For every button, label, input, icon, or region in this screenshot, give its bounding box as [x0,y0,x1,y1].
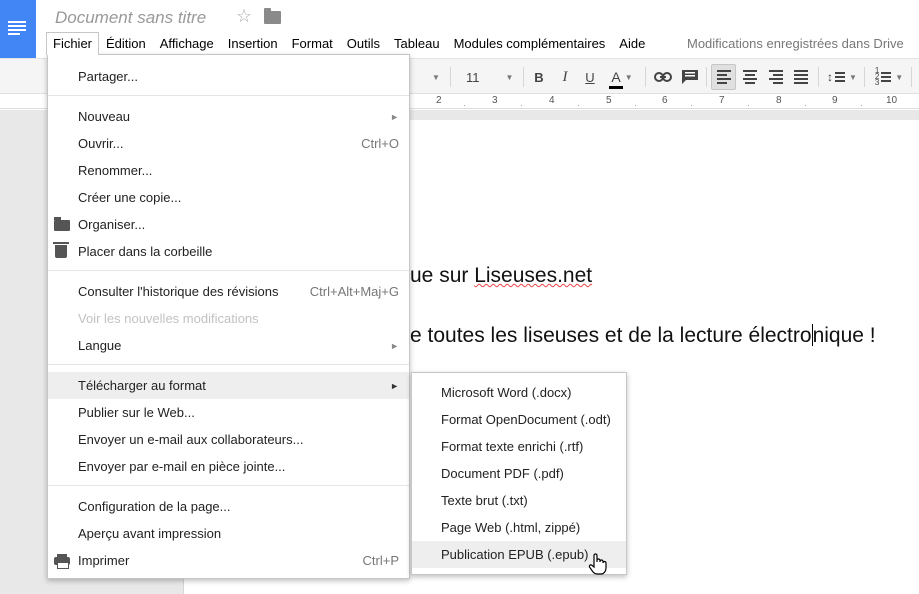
menu-modules[interactable]: Modules complémentaires [447,32,613,55]
align-right-button[interactable] [764,59,788,95]
underline-button[interactable]: U [580,59,600,95]
ruler-number: 5 [606,95,612,106]
document-line-1: ue sur Liseuses.net [410,264,593,287]
download-submenu: Microsoft Word (.docx) Format OpenDocume… [411,372,627,575]
menu-trash[interactable]: Placer dans la corbeille [48,238,409,265]
menu-rename[interactable]: Renommer... [48,157,409,184]
document-link[interactable]: Liseuses.net [474,264,592,287]
align-center-button[interactable] [739,59,761,95]
menu-insertion[interactable]: Insertion [221,32,285,55]
star-icon[interactable]: ☆ [236,6,252,27]
submenu-arrow-icon: ► [390,340,399,351]
ruler-number: 6 [662,95,668,106]
menu-organize[interactable]: Organiser... [48,211,409,238]
font-size-value: 11 [466,69,480,85]
download-odt[interactable]: Format OpenDocument (.odt) [412,406,626,433]
text-color-letter: A [611,69,621,85]
bold-button[interactable]: B [529,59,549,95]
menu-revision-history[interactable]: Consulter l'historique des révisions Ctrl… [48,278,409,305]
menu-tableau[interactable]: Tableau [387,32,447,55]
menu-email-attachment[interactable]: Envoyer par e-mail en pièce jointe... [48,453,409,480]
ruler-number: 9 [832,95,838,106]
text-color-button[interactable]: A ▼ [604,59,640,95]
file-menu: Partager... Nouveau ► Ouvrir... Ctrl+O Ren… [47,54,410,579]
menu-fichier[interactable]: Fichier [46,31,100,55]
download-pdf[interactable]: Document PDF (.pdf) [412,460,626,487]
trash-icon [53,242,69,258]
justify-button[interactable] [790,59,812,95]
ruler-number: 10 [886,95,898,106]
folder-icon [54,217,70,231]
hand-pointer-icon [588,553,608,578]
menu-open[interactable]: Ouvrir... Ctrl+O [48,130,409,157]
shortcut-label: Ctrl+Alt+Maj+G [309,284,399,299]
printer-icon [54,554,70,569]
font-dropdown-arrow-icon[interactable]: ▼ [426,59,442,95]
submenu-arrow-icon: ► [390,380,399,391]
docs-logo-icon[interactable] [0,0,36,58]
download-rtf[interactable]: Format texte enrichi (.rtf) [412,433,626,460]
ruler-number: 7 [719,95,725,106]
ruler-number: 3 [492,95,498,106]
menu-email-collaborators[interactable]: Envoyer un e-mail aux collaborateurs... [48,426,409,453]
ruler-number: 4 [549,95,555,106]
document-title[interactable]: Document sans titre [55,8,206,28]
menu-share[interactable]: Partager... [48,63,409,90]
menu-outils[interactable]: Outils [340,32,387,55]
shortcut-label: Ctrl+P [362,553,399,568]
download-html[interactable]: Page Web (.html, zippé) [412,514,626,541]
ruler-number: 2 [436,95,442,106]
download-docx[interactable]: Microsoft Word (.docx) [412,379,626,406]
ruler-number: 8 [776,95,782,106]
menu-print[interactable]: Imprimer Ctrl+P [48,547,409,574]
submenu-arrow-icon: ► [390,111,399,122]
menu-new[interactable]: Nouveau ► [48,103,409,130]
text-color-swatch [609,86,624,89]
document-line-2: e toutes les liseuses et de la lecture é… [410,324,876,347]
align-left-button[interactable] [711,64,736,90]
shortcut-label: Ctrl+O [361,136,399,151]
line-spacing-button[interactable]: ↕ ▼ [824,59,860,95]
menu-print-preview[interactable]: Aperçu avant impression [48,520,409,547]
menu-language[interactable]: Langue ► [48,332,409,359]
comment-icon[interactable] [679,59,701,95]
menu-publish-web[interactable]: Publier sur le Web... [48,399,409,426]
menu-affichage[interactable]: Affichage [153,32,221,55]
italic-button[interactable]: I [555,59,575,95]
menu-format[interactable]: Format [285,32,340,55]
menu-make-copy[interactable]: Créer une copie... [48,184,409,211]
menu-page-setup[interactable]: Configuration de la page... [48,493,409,520]
link-icon[interactable] [652,59,674,95]
save-status[interactable]: Modifications enregistrées dans Drive [687,36,904,51]
menu-download-as[interactable]: Télécharger au format ► [48,372,409,399]
app-header: Document sans titre ☆ Fichier Édition Af… [0,0,919,58]
font-size-select[interactable]: 11 ▼ [458,59,518,95]
numbered-list-button[interactable]: 123 ▼ [869,59,909,95]
menu-see-new-changes: Voir les nouvelles modifications [78,311,259,326]
folder-icon[interactable] [264,8,281,24]
menu-bar: Fichier Édition Affichage Insertion Form… [46,31,652,55]
menu-aide[interactable]: Aide [612,32,652,55]
menu-edition[interactable]: Édition [99,32,153,55]
download-txt[interactable]: Texte brut (.txt) [412,487,626,514]
